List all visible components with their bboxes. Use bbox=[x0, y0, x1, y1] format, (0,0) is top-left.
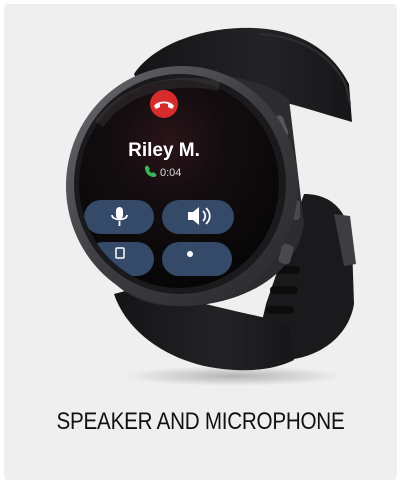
end-call-button[interactable] bbox=[150, 90, 178, 118]
product-card: Riley M. 0:04 SPEAKER AND MICROPHONE bbox=[4, 4, 397, 480]
watch-screen: Riley M. 0:04 bbox=[79, 77, 279, 288]
feature-caption: SPEAKER AND MICROPHONE bbox=[56, 408, 345, 435]
more-icon bbox=[187, 251, 193, 257]
microphone-button[interactable] bbox=[84, 200, 154, 234]
caller-name: Riley M. bbox=[128, 140, 200, 161]
call-timer: 0:04 bbox=[160, 167, 181, 179]
smartwatch-photo: Riley M. 0:04 bbox=[66, 27, 356, 386]
speaker-button[interactable] bbox=[162, 200, 234, 234]
bottom-right-button[interactable] bbox=[162, 242, 232, 276]
